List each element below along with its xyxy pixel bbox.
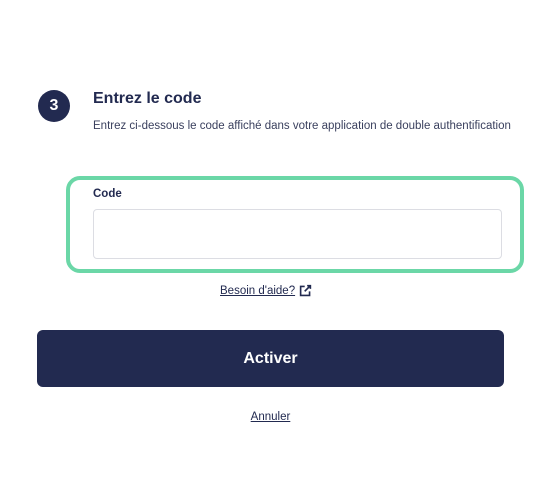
activate-button[interactable]: Activer bbox=[37, 330, 504, 387]
help-link-label: Besoin d'aide? bbox=[220, 284, 296, 297]
code-input[interactable] bbox=[93, 209, 502, 259]
cancel-link[interactable]: Annuler bbox=[0, 411, 541, 423]
step-title: Entrez le code bbox=[93, 90, 202, 107]
step-description: Entrez ci-dessous le code affiché dans v… bbox=[93, 120, 511, 132]
external-link-icon bbox=[299, 284, 312, 297]
help-link[interactable]: Besoin d'aide? bbox=[220, 284, 312, 297]
code-field-label: Code bbox=[93, 188, 122, 200]
step-number-badge: 3 bbox=[38, 90, 70, 122]
